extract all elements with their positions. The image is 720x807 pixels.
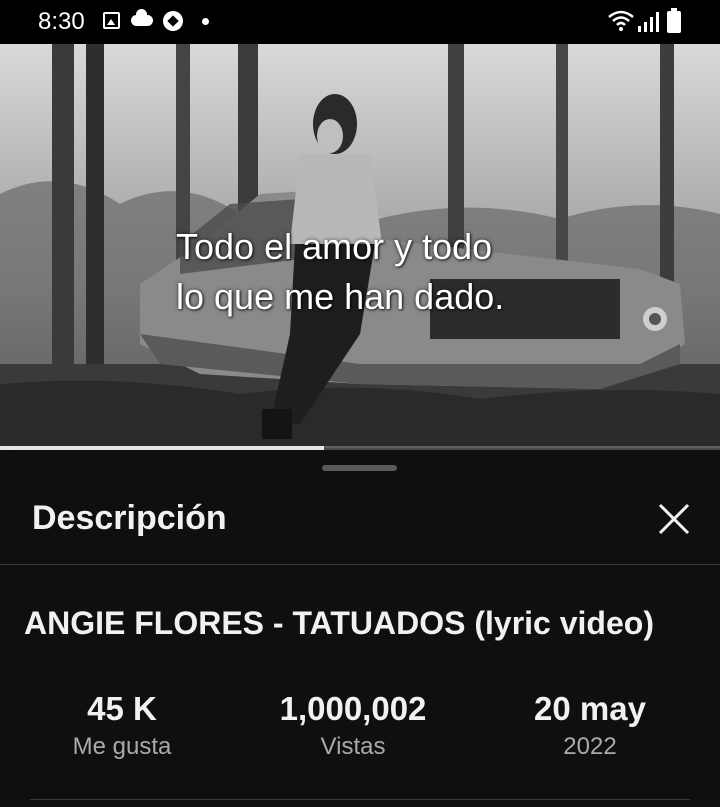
upload-date: 20 may	[534, 690, 646, 727]
soccer-ball-icon	[163, 11, 183, 31]
sheet-title: Descripción	[32, 499, 227, 537]
cloud-icon	[131, 9, 153, 26]
video-player[interactable]: Todo el amor y todo lo que me han dado.	[0, 44, 720, 448]
bottom-divider	[30, 799, 690, 800]
video-title: ANGIE FLORES - TATUADOS (lyric video)	[24, 605, 654, 641]
likes-label: Me gusta	[72, 733, 172, 760]
views-label: Vistas	[320, 733, 386, 760]
divider	[0, 564, 720, 565]
drag-handle[interactable]	[322, 465, 397, 471]
image-icon	[103, 12, 120, 29]
lyrics-line-1: Todo el amor y todo	[176, 226, 493, 267]
battery-icon	[667, 8, 681, 33]
video-progress-fill	[0, 446, 324, 450]
status-bar: 8:30	[0, 0, 720, 44]
signal-icon	[638, 12, 660, 37]
notification-dot-icon	[202, 18, 209, 25]
close-button[interactable]	[652, 497, 696, 541]
date-stat: 20 may 2022	[490, 689, 690, 761]
lyrics-line-2: lo que me han dado.	[176, 276, 505, 317]
close-icon	[658, 503, 690, 535]
lyrics-overlay: Todo el amor y todo lo que me han dado.	[176, 222, 696, 322]
likes-stat: 45 K Me gusta	[22, 689, 222, 761]
views-stat: 1,000,002 Vistas	[253, 689, 453, 761]
video-progress-bar[interactable]	[0, 446, 720, 450]
description-sheet: Descripción ANGIE FLORES - TATUADOS (lyr…	[0, 451, 720, 807]
views-count: 1,000,002	[279, 690, 427, 727]
likes-count: 45 K	[87, 690, 157, 727]
status-time: 8:30	[38, 8, 85, 35]
upload-year: 2022	[563, 733, 617, 760]
wifi-icon	[607, 10, 635, 37]
